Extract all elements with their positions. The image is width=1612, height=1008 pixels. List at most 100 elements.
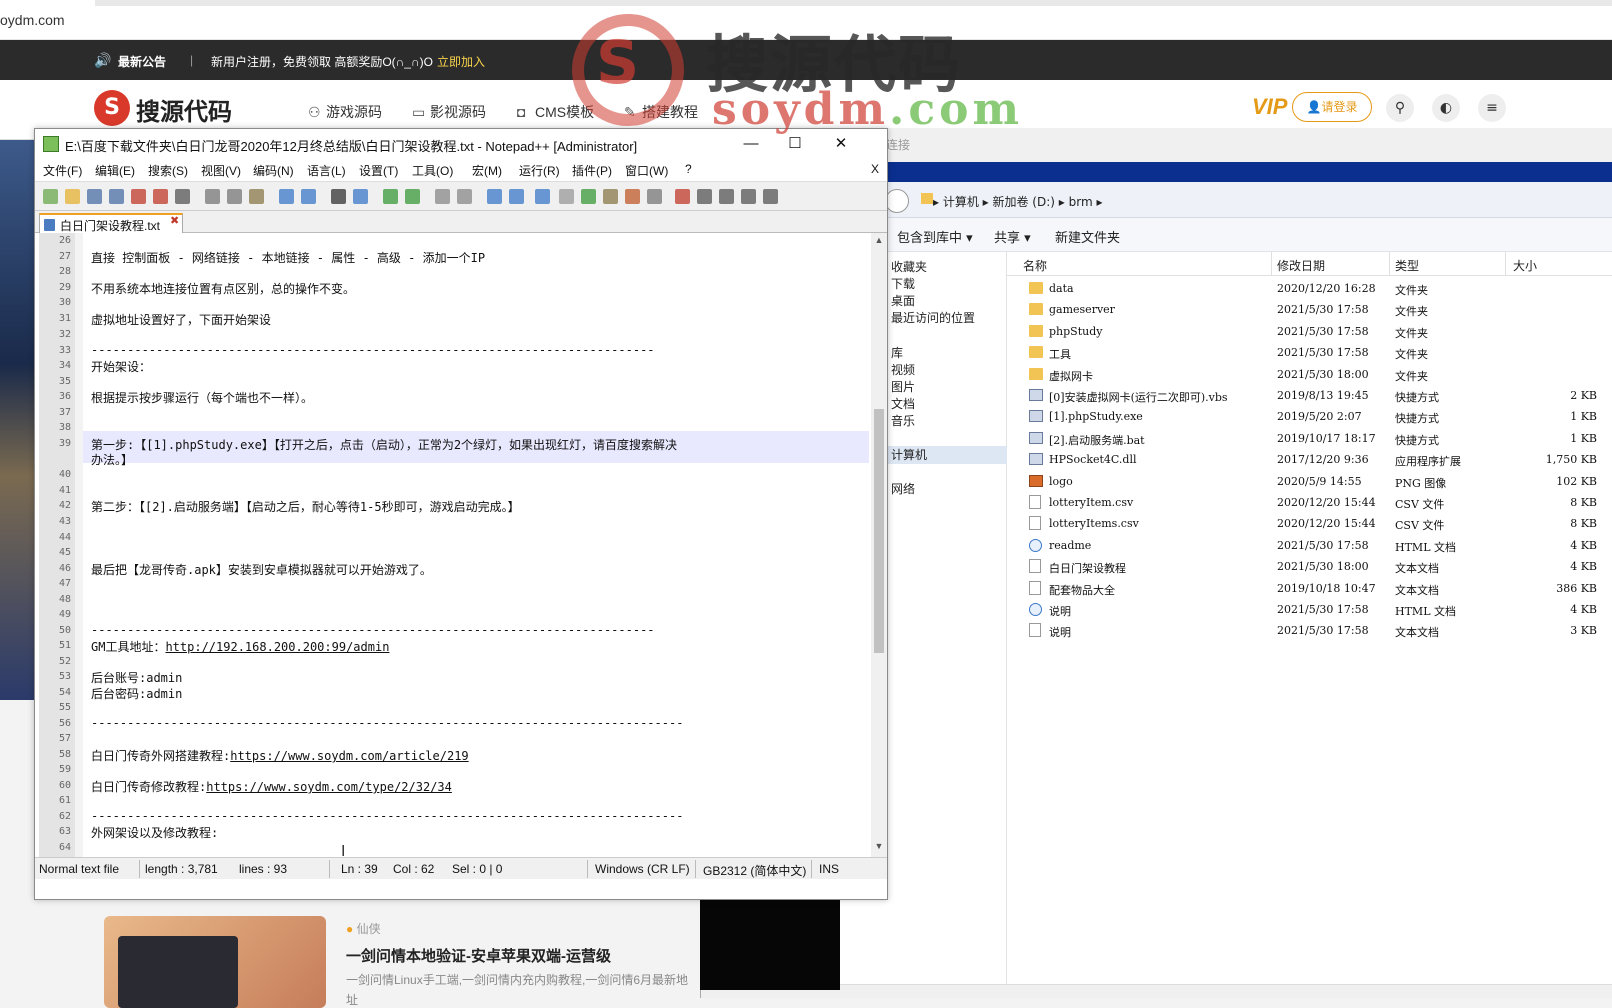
find-icon[interactable] — [331, 189, 346, 204]
include-in-library-button[interactable]: 包含到库中 ▾ — [897, 227, 973, 246]
file-row[interactable]: readme 2021/5/30 17:58 HTML 文档 4 KB — [1007, 535, 1612, 557]
file-row[interactable]: 说明 2021/5/30 17:58 HTML 文档 4 KB — [1007, 599, 1612, 621]
close-document-button[interactable]: X — [871, 162, 879, 176]
col-type[interactable]: 类型 — [1395, 257, 1419, 274]
nav-videos[interactable]: 视频 — [891, 361, 915, 378]
search-icon[interactable]: ⚲ — [1386, 94, 1414, 122]
sync-v-icon[interactable] — [435, 189, 450, 204]
nav-downloads[interactable]: 下载 — [891, 275, 915, 292]
file-row[interactable]: 白日门架设教程 2021/5/30 18:00 文本文档 4 KB — [1007, 556, 1612, 578]
run-macro-icon[interactable] — [741, 189, 756, 204]
file-row[interactable]: 说明 2021/5/30 17:58 文本文档 3 KB — [1007, 620, 1612, 642]
gm-tool-link[interactable]: http://192.168.200.200:99/admin — [165, 640, 389, 654]
doc-map-icon[interactable] — [581, 189, 596, 204]
nav-libraries[interactable]: 库 — [891, 344, 903, 361]
word-wrap-icon[interactable] — [487, 189, 502, 204]
menu-edit[interactable]: 编辑(E) — [95, 162, 135, 179]
article-title[interactable]: 一剑问情本地验证-安卓苹果双端-运营级 — [346, 945, 611, 966]
menu-tools[interactable]: 工具(O) — [412, 162, 453, 179]
join-now-link[interactable]: 立即加入 — [437, 53, 485, 70]
menu-window[interactable]: 窗口(W) — [625, 162, 668, 179]
menu-run[interactable]: 运行(R) — [519, 162, 560, 179]
file-row[interactable]: 配套物品大全 2019/10/18 10:47 文本文档 386 KB — [1007, 578, 1612, 600]
file-row[interactable]: 虚拟网卡 2021/5/30 18:00 文件夹 — [1007, 364, 1612, 386]
undo-icon[interactable] — [279, 189, 294, 204]
login-button[interactable]: 👤请登录 — [1292, 92, 1372, 122]
indent-guide-icon[interactable] — [535, 189, 550, 204]
menu-icon[interactable]: ≡ — [1478, 94, 1506, 122]
zoom-in-icon[interactable] — [383, 189, 398, 204]
open-file-icon[interactable] — [65, 189, 80, 204]
menu-encoding[interactable]: 编码(N) — [253, 162, 294, 179]
file-row[interactable]: logo 2020/5/9 14:55 PNG 图像 102 KB — [1007, 471, 1612, 493]
replace-icon[interactable] — [353, 189, 368, 204]
func-list-icon[interactable] — [603, 189, 618, 204]
breadcrumb[interactable]: ▸ 计算机 ▸ 新加卷 (D:) ▸ brm ▸ — [933, 193, 1102, 210]
file-row[interactable]: HPSocket4C.dll 2017/12/20 9:36 应用程序扩展 1,750… — [1007, 449, 1612, 471]
save-macro-icon[interactable] — [763, 189, 778, 204]
menu-settings[interactable]: 设置(T) — [359, 162, 398, 179]
folder-workspace-icon[interactable] — [625, 189, 640, 204]
file-row[interactable]: [1].phpStudy.exe 2019/5/20 2:07 快捷方式 1 KB — [1007, 406, 1612, 428]
save-all-icon[interactable] — [109, 189, 124, 204]
editor-vertical-scrollbar[interactable]: ▲ ▼ — [871, 233, 887, 857]
scrollbar-thumb[interactable] — [874, 409, 884, 653]
sync-h-icon[interactable] — [457, 189, 472, 204]
file-row[interactable]: gameserver 2021/5/30 17:58 文件夹 — [1007, 299, 1612, 321]
file-row[interactable]: phpStudy 2021/5/30 17:58 文件夹 — [1007, 321, 1612, 343]
play-macro-icon[interactable] — [719, 189, 734, 204]
col-modified[interactable]: 修改日期 — [1277, 257, 1325, 274]
new-folder-button[interactable]: 新建文件夹 — [1055, 227, 1120, 246]
col-size[interactable]: 大小 — [1513, 257, 1537, 274]
menu-language[interactable]: 语言(L) — [307, 162, 346, 179]
col-name[interactable]: 名称 — [1023, 257, 1047, 274]
scroll-up-arrow-icon[interactable]: ▲ — [873, 235, 885, 247]
monitor-icon[interactable] — [647, 189, 662, 204]
lang-define-icon[interactable] — [559, 189, 574, 204]
nav-computer[interactable]: 计算机 — [881, 446, 1007, 464]
editor-area[interactable]: 直接 控制面板 - 网络链接 - 本地链接 - 属性 - 高级 - 添加一个IP… — [35, 233, 887, 857]
file-row[interactable]: data 2020/12/20 16:28 文件夹 — [1007, 278, 1612, 300]
menu-search[interactable]: 搜索(S) — [148, 162, 188, 179]
site-logo[interactable]: S 搜源代码 — [94, 88, 244, 128]
back-button[interactable] — [885, 189, 909, 213]
tab-close-icon[interactable]: ✖ — [170, 216, 181, 227]
paste-icon[interactable] — [249, 189, 264, 204]
close-icon[interactable] — [131, 189, 146, 204]
record-macro-icon[interactable] — [675, 189, 690, 204]
nav-cms-template[interactable]: ◘ CMS模板 — [517, 102, 594, 122]
scroll-down-arrow-icon[interactable]: ▼ — [873, 841, 885, 853]
stop-macro-icon[interactable] — [697, 189, 712, 204]
nav-music[interactable]: 音乐 — [891, 412, 915, 429]
nav-video-source[interactable]: ▭ 影视源码 — [412, 102, 486, 122]
nav-recent-places[interactable]: 最近访问的位置 — [891, 309, 975, 326]
nav-desktop[interactable]: 桌面 — [891, 292, 915, 309]
menu-view[interactable]: 视图(V) — [201, 162, 241, 179]
share-button[interactable]: 共享 ▾ — [994, 227, 1031, 246]
file-row[interactable]: 工具 2021/5/30 17:58 文件夹 — [1007, 342, 1612, 364]
zoom-out-icon[interactable] — [405, 189, 420, 204]
nav-pictures[interactable]: 图片 — [891, 378, 915, 395]
save-icon[interactable] — [87, 189, 102, 204]
copy-icon[interactable] — [227, 189, 242, 204]
theme-toggle-icon[interactable]: ◐ — [1432, 94, 1460, 122]
nav-game-source[interactable]: ⚇ 游戏源码 — [308, 102, 382, 122]
document-tab[interactable]: 白日门架设教程.txt ✖ — [39, 213, 183, 234]
redo-icon[interactable] — [301, 189, 316, 204]
nav-favorites[interactable]: 收藏夹 — [891, 258, 927, 275]
file-row[interactable]: lotteryItems.csv 2020/12/20 15:44 CSV 文件 8 … — [1007, 513, 1612, 535]
close-all-icon[interactable] — [153, 189, 168, 204]
url-text[interactable]: oydm.com — [0, 12, 65, 28]
nav-documents[interactable]: 文档 — [891, 395, 915, 412]
article-thumbnail[interactable] — [104, 916, 326, 1008]
print-icon[interactable] — [175, 189, 190, 204]
cut-icon[interactable] — [205, 189, 220, 204]
menu-macro[interactable]: 宏(M) — [472, 162, 502, 179]
file-row[interactable]: [0]安装虚拟网卡(运行二次即可).vbs 2019/8/13 19:45 快捷方式… — [1007, 385, 1612, 407]
file-row[interactable]: [2].启动服务端.bat 2019/10/17 18:17 快捷方式 1 KB — [1007, 428, 1612, 450]
new-file-icon[interactable] — [43, 189, 58, 204]
show-all-icon[interactable] — [509, 189, 524, 204]
menu-file[interactable]: 文件(F) — [43, 162, 82, 179]
nav-network[interactable]: 网络 — [891, 480, 915, 497]
tutorial-link[interactable]: https://www.soydm.com/article/219 — [230, 749, 468, 763]
